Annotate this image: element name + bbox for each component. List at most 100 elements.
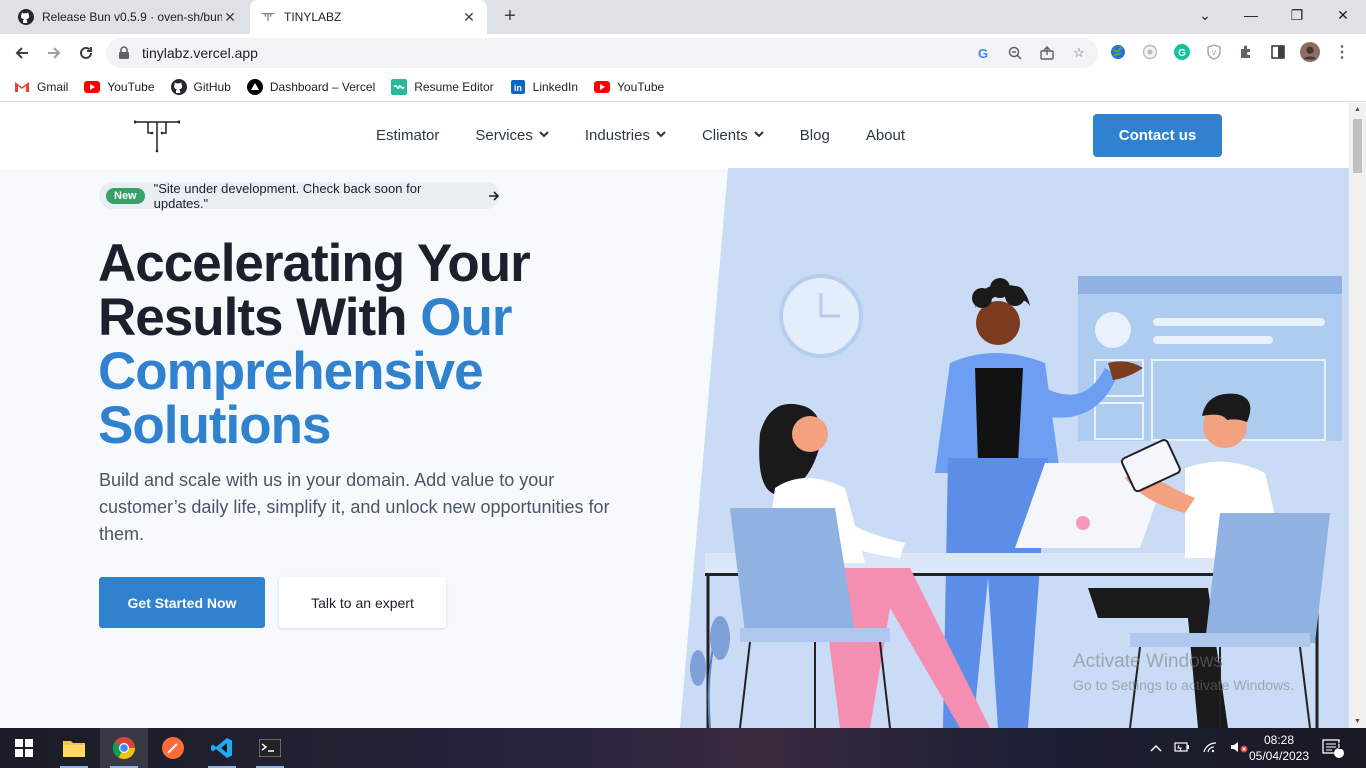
chevron-down-icon: [656, 130, 666, 141]
close-window-button[interactable]: ✕: [1320, 0, 1366, 30]
nav-clients[interactable]: Clients: [702, 127, 764, 144]
bookmark-star-icon[interactable]: ☆: [1070, 44, 1088, 62]
browser-toolbar: tinylabz.vercel.app G ☆ G V ⋮: [0, 34, 1366, 72]
postman-icon[interactable]: [149, 728, 197, 768]
tab-tinylabz[interactable]: TINYLABZ ✕: [250, 0, 487, 34]
svg-text:V: V: [1212, 50, 1217, 57]
share-icon[interactable]: [1038, 44, 1056, 62]
tab-search-icon[interactable]: ⌄: [1182, 0, 1228, 30]
bookmarks-bar: Gmail YouTube GitHub Dashboard – Vercel …: [0, 72, 1366, 102]
github-icon: [18, 9, 34, 25]
extensions-puzzle-icon[interactable]: [1236, 42, 1256, 62]
bookmark-youtube-2[interactable]: YouTube: [594, 79, 664, 95]
profile-avatar[interactable]: [1300, 42, 1320, 62]
system-tray: [1150, 728, 1248, 768]
chevron-down-icon: [539, 130, 549, 141]
google-icon[interactable]: G: [974, 44, 992, 62]
hero-illustration: [680, 168, 1349, 728]
nav-services[interactable]: Services: [475, 127, 549, 144]
announcement-banner[interactable]: New "Site under development. Check back …: [99, 180, 500, 211]
resume-editor-icon: [391, 78, 408, 95]
nav-about[interactable]: About: [866, 127, 905, 144]
bookmark-gmail[interactable]: Gmail: [14, 79, 68, 95]
main-nav: Estimator Services Industries Clients Bl…: [376, 127, 905, 144]
start-button[interactable]: [0, 728, 48, 768]
bookmark-github[interactable]: GitHub: [170, 78, 231, 95]
hero-title: Accelerating Your Results With Our Compr…: [98, 237, 658, 453]
bookmark-vercel[interactable]: Dashboard – Vercel: [246, 78, 376, 95]
vercel-icon: [246, 78, 263, 95]
extension-globe-icon[interactable]: [1108, 42, 1128, 62]
announcement-text: "Site under development. Check back soon…: [153, 180, 422, 211]
close-tab-icon[interactable]: ✕: [461, 9, 477, 25]
bookmark-label: Gmail: [37, 79, 69, 94]
watermark-title: Activate Windows: [1073, 651, 1223, 672]
nav-blog[interactable]: Blog: [800, 127, 830, 144]
clock-date: 05/04/2023: [1248, 749, 1310, 763]
tinylabz-icon: [260, 9, 276, 25]
tab-strip: Release Bun v0.5.9 · oven-sh/bun ✕ TINYL…: [0, 0, 1366, 34]
restore-button[interactable]: ❐: [1274, 0, 1320, 30]
tab-title: TINYLABZ: [284, 10, 342, 24]
forward-button[interactable]: [41, 40, 67, 66]
terminal-icon[interactable]: [246, 728, 294, 768]
extension-spy-icon[interactable]: [1140, 42, 1160, 62]
bookmark-linkedin[interactable]: in LinkedIn: [510, 79, 578, 95]
notification-count: 1: [1337, 741, 1343, 751]
new-tab-button[interactable]: +: [498, 5, 522, 29]
page-scrollbar[interactable]: ▲ ▼: [1349, 103, 1366, 728]
tab-github-release[interactable]: Release Bun v0.5.9 · oven-sh/bun ✕: [8, 0, 248, 34]
bookmark-resume-editor[interactable]: Resume Editor: [391, 78, 494, 95]
contact-us-button[interactable]: Contact us: [1093, 114, 1222, 157]
windows-taskbar: 08:28 05/04/2023 1: [0, 728, 1366, 768]
youtube-icon: [594, 79, 611, 95]
page-viewport: Estimator Services Industries Clients Bl…: [0, 103, 1366, 728]
battery-icon[interactable]: [1174, 741, 1190, 756]
taskbar-clock[interactable]: 08:28 05/04/2023: [1246, 732, 1312, 764]
new-badge: New: [106, 187, 145, 204]
bookmark-label: Dashboard – Vercel: [269, 79, 376, 94]
scrollbar-thumb[interactable]: [1353, 119, 1362, 173]
svg-text:G: G: [1178, 48, 1186, 59]
talk-to-expert-button[interactable]: Talk to an expert: [279, 577, 446, 628]
bookmark-label: YouTube: [617, 79, 665, 94]
tinylabz-logo[interactable]: [133, 119, 181, 153]
shield-extension-icon[interactable]: V: [1204, 42, 1224, 62]
nav-estimator[interactable]: Estimator: [376, 127, 439, 144]
close-tab-icon[interactable]: ✕: [222, 9, 238, 25]
bookmark-youtube[interactable]: YouTube: [84, 79, 155, 95]
wifi-icon[interactable]: [1202, 741, 1218, 756]
nav-label: Industries: [584, 127, 650, 144]
nav-industries[interactable]: Industries: [585, 127, 666, 144]
nav-label: Services: [475, 127, 533, 144]
get-started-button[interactable]: Get Started Now: [99, 577, 265, 628]
nav-label: Blog: [799, 127, 830, 144]
windows-activation-watermark: Activate Windows Go to Settings to activ…: [1073, 651, 1294, 693]
clock-time: 08:28: [1263, 733, 1295, 747]
lock-icon: [118, 46, 132, 60]
nav-label: Clients: [701, 127, 748, 144]
scroll-up-icon[interactable]: ▲: [1353, 106, 1362, 113]
linkedin-icon: in: [510, 79, 526, 95]
bookmark-label: YouTube: [107, 79, 155, 94]
chrome-icon[interactable]: [100, 728, 148, 768]
zoom-icon[interactable]: [1006, 44, 1024, 62]
minimize-button[interactable]: —: [1228, 0, 1274, 30]
url-text: tinylabz.vercel.app: [142, 45, 258, 61]
site-header: Estimator Services Industries Clients Bl…: [0, 103, 1349, 169]
vscode-icon[interactable]: [198, 728, 246, 768]
reload-button[interactable]: [73, 40, 99, 66]
address-bar[interactable]: tinylabz.vercel.app G ☆: [106, 38, 1098, 68]
scroll-down-icon[interactable]: ▼: [1353, 718, 1362, 725]
back-button[interactable]: [9, 40, 35, 66]
chrome-menu-icon[interactable]: ⋮: [1332, 42, 1352, 62]
chevron-up-icon[interactable]: [1150, 741, 1162, 755]
grammarly-icon[interactable]: G: [1172, 42, 1192, 62]
action-center-button[interactable]: 1: [1322, 728, 1344, 768]
arrow-right-icon: [488, 188, 500, 204]
side-panel-icon[interactable]: [1268, 42, 1288, 62]
watermark-subtitle: Go to Settings to activate Windows.: [1073, 677, 1294, 693]
file-explorer-icon[interactable]: [50, 728, 98, 768]
chevron-down-icon: [754, 130, 764, 141]
hero-subtitle: Build and scale with us in your domain. …: [99, 470, 610, 544]
